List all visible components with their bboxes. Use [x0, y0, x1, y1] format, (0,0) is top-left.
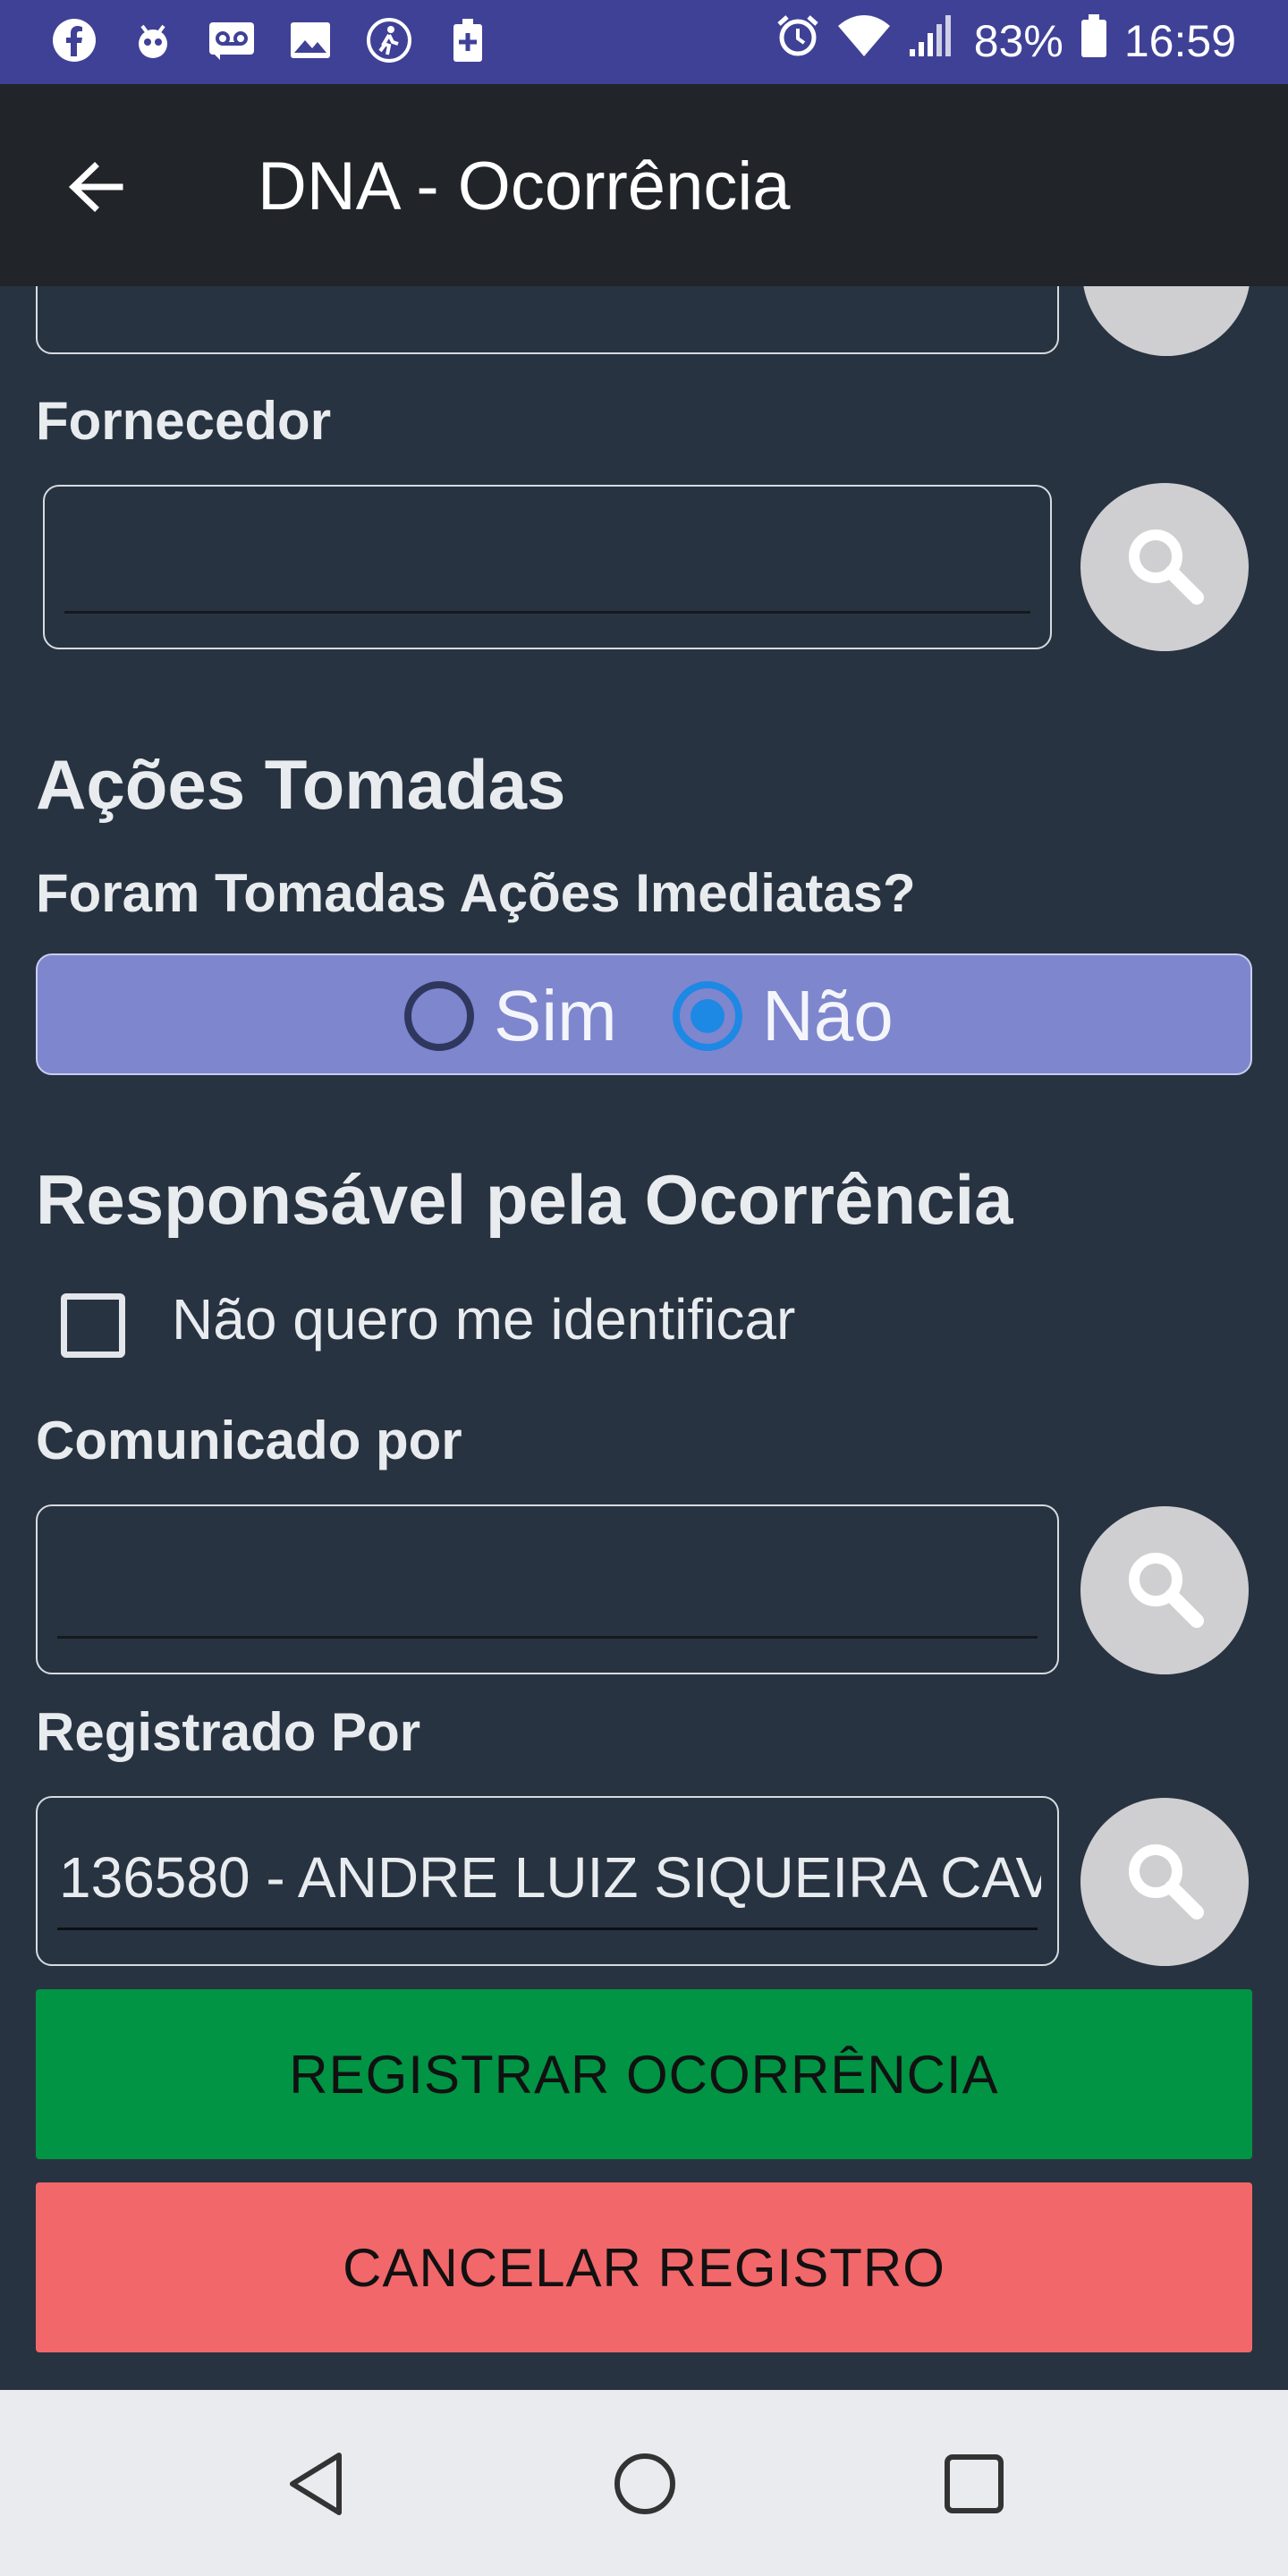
comunicado-underline [57, 1636, 1038, 1639]
app-bar: DNA - Ocorrência [0, 84, 1288, 286]
anon-checkbox-label[interactable]: Não quero me identificar [172, 1286, 795, 1352]
registrado-field[interactable]: 136580 - ANDRE LUIZ SIQUEIRA CAVAI [36, 1796, 1059, 1966]
responsavel-section-title: Responsável pela Ocorrência [36, 1160, 1013, 1239]
search-icon [1122, 1837, 1208, 1928]
comunicado-field[interactable] [36, 1504, 1059, 1674]
registrado-search-button[interactable] [1080, 1798, 1249, 1966]
radio-nao[interactable]: Não [673, 976, 894, 1055]
clock-time: 16:59 [1123, 16, 1236, 66]
acoes-section-title: Ações Tomadas [36, 745, 566, 824]
wifi-icon [836, 13, 892, 69]
fornecedor-label: Fornecedor [36, 391, 332, 451]
status-bar: 83% 16:59 [0, 0, 1288, 84]
fornecedor-search-button[interactable] [1080, 483, 1249, 651]
battery-plus-icon [444, 16, 492, 64]
bug-icon [129, 16, 177, 64]
nav-home-icon[interactable] [605, 2444, 685, 2524]
previous-field[interactable] [36, 286, 1059, 354]
registrado-underline [57, 1928, 1038, 1930]
voicemail-icon [208, 16, 256, 64]
radio-sim[interactable]: Sim [404, 976, 617, 1055]
battery-percent: 83% [973, 16, 1063, 66]
search-icon [1122, 522, 1208, 613]
page-title: DNA - Ocorrência [258, 148, 791, 225]
cancel-button[interactable]: CANCELAR REGISTRO [36, 2182, 1252, 2352]
radio-sim-label: Sim [494, 976, 617, 1055]
search-icon [1122, 1546, 1208, 1636]
system-nav-bar [0, 2390, 1288, 2576]
register-button[interactable]: REGISTRAR OCORRÊNCIA [36, 1989, 1252, 2159]
comunicado-search-button[interactable] [1080, 1506, 1249, 1674]
fornecedor-underline [64, 611, 1030, 614]
alarm-icon [775, 13, 820, 69]
radio-nao-circle[interactable] [673, 981, 742, 1051]
nav-back-icon[interactable] [275, 2444, 356, 2524]
previous-search-button[interactable] [1082, 286, 1250, 356]
fornecedor-field[interactable] [43, 485, 1052, 649]
signal-icon [908, 13, 958, 69]
acoes-question-label: Foram Tomadas Ações Imediatas? [36, 863, 916, 923]
battery-icon [1080, 13, 1108, 70]
comunicado-label: Comunicado por [36, 1411, 462, 1470]
form-content: Fornecedor Ações Tomadas Foram Tomadas A… [0, 286, 1288, 2390]
registrado-label: Registrado Por [36, 1702, 421, 1762]
facebook-icon [50, 16, 98, 64]
walking-icon [365, 16, 413, 64]
image-icon [286, 16, 335, 64]
radio-nao-label: Não [762, 976, 894, 1055]
radio-sim-circle[interactable] [404, 981, 474, 1051]
anon-checkbox[interactable] [61, 1293, 125, 1358]
registrado-value: 136580 - ANDRE LUIZ SIQUEIRA CAVAI [59, 1845, 1041, 1910]
acoes-radio-group: Sim Não [36, 953, 1252, 1075]
nav-recents-icon[interactable] [934, 2444, 1014, 2524]
back-arrow-icon[interactable] [55, 147, 136, 227]
